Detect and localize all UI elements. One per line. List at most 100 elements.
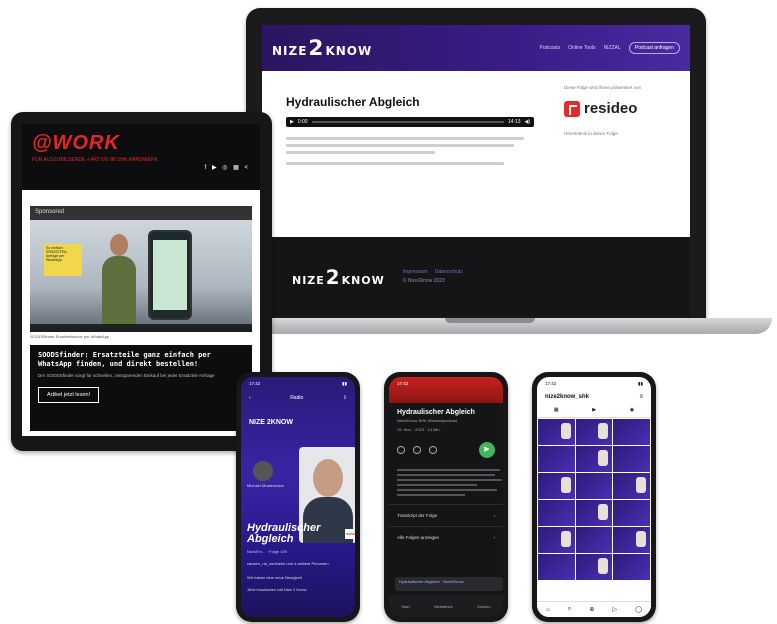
reels-icon[interactable]: ▷ (612, 606, 617, 613)
status-time: 17:42 (545, 381, 557, 386)
add-post-icon[interactable]: ⊕ (589, 606, 594, 613)
volume-icon[interactable]: ◀) (524, 119, 530, 125)
work-logo[interactable]: @WORK (32, 132, 250, 155)
footer-logo[interactable]: NIZE 2 KNOW (292, 266, 385, 289)
podcast-request-button[interactable]: Podcast anfragen (628, 42, 680, 54)
footer-copyright: © Nize2know 2023 (402, 278, 445, 284)
all-episodes-label: Alle Folgen anzeigen (397, 535, 440, 540)
mini-player[interactable]: Hydraulischer Abgleich · Nize2Know (395, 577, 503, 591)
logo-text-left: NIZE (292, 273, 325, 287)
transcript-link[interactable]: Transkript der Folge › (389, 504, 503, 526)
grid-tab-icon[interactable]: ▦ (554, 407, 559, 413)
logo-two: 2 (325, 265, 341, 289)
battery-icon: ▮▮ (342, 381, 347, 386)
post-tile[interactable] (613, 527, 650, 553)
phone-1-screen: 17:42 ▮▮ ‹ Radio ⇪ NIZE 2KNOW resideo Mi… (241, 377, 355, 617)
post-tile[interactable] (613, 419, 650, 445)
post-tile[interactable] (575, 554, 613, 580)
reels-tab-icon[interactable]: ▶ (592, 407, 596, 413)
all-episodes-link[interactable]: Alle Folgen anzeigen › (389, 526, 503, 548)
status-time: 17:42 (397, 381, 409, 386)
episode-meta: Nize2Kn... · Folge 139 (247, 549, 287, 554)
nav-link-podcasts[interactable]: Podcasts (540, 45, 561, 51)
guest-face (313, 459, 343, 497)
sponsored-label: Sponsored (30, 206, 252, 220)
header-title: Radio (290, 395, 304, 401)
post-tile[interactable] (575, 446, 613, 472)
home-icon[interactable]: ⌂ (546, 607, 550, 613)
post-tile[interactable] (538, 500, 575, 526)
status-time: 17:42 (249, 381, 261, 386)
play-icon[interactable]: ▶ (290, 119, 294, 125)
laptop-screen: NIZE 2 KNOW Podcasts Online Tools NIZZAL… (262, 25, 690, 317)
play-button[interactable]: ▶ (479, 442, 495, 458)
read-article-button[interactable]: Artikel jetzt lesen! (38, 387, 100, 403)
tab-start[interactable]: Start (401, 604, 409, 609)
body-text-line (286, 144, 515, 147)
sponsor-logo[interactable]: resideo (564, 100, 674, 117)
comment-row-3[interactable]: Jetzt inzwischen hat Nize 2 Know (247, 587, 343, 592)
menu-icon[interactable]: ≡ (639, 394, 643, 400)
post-tile[interactable] (538, 446, 575, 472)
profile-tabs: ▦ ▶ ◉ (537, 403, 651, 418)
host-avatar[interactable] (253, 461, 273, 481)
comment-row-2[interactable]: Wir haben eine neue Neuigkeit (247, 575, 343, 580)
site-logo[interactable]: NIZE 2 KNOW (272, 36, 372, 61)
player-header: ‹ Radio ⇪ (241, 391, 355, 405)
post-tile[interactable] (613, 473, 650, 499)
post-tile[interactable] (613, 500, 650, 526)
share-icon[interactable]: ⇪ (343, 395, 347, 401)
post-tile[interactable] (538, 554, 575, 580)
tagged-tab-icon[interactable]: ◉ (630, 407, 634, 413)
comment-row-1[interactable]: carsten_nb_sontheim und 4 weitere Person… (247, 561, 343, 566)
chevron-right-icon: › (493, 513, 496, 518)
tab-library[interactable]: Mediathek (434, 604, 452, 609)
transcript-label: Transkript der Folge (397, 513, 438, 518)
post-tile[interactable] (613, 554, 650, 580)
footer-link-impressum[interactable]: Impressum (403, 269, 428, 275)
episode-controls: ▶ (389, 434, 503, 466)
video-caption: SOODSfinder Ersatzteilsuche per WhatsApp (30, 334, 110, 339)
share-icon[interactable] (429, 446, 437, 454)
footer-link-datenschutz[interactable]: Datenschutz (435, 269, 463, 275)
nav-link-tools[interactable]: Online Tools (568, 45, 595, 51)
episode-title: Hydraulischer Abgleich (286, 95, 420, 109)
status-bar: 17:42 ▮▮ (537, 377, 651, 391)
post-tile[interactable] (538, 419, 575, 445)
post-tile[interactable] (575, 500, 613, 526)
episode-date: 15. Nov. · 2023 · 14 Min. (397, 427, 441, 432)
post-tile[interactable] (538, 527, 575, 553)
logo-text-left: NIZE (272, 43, 308, 58)
post-tile[interactable] (575, 527, 613, 553)
body-text-line (286, 162, 505, 165)
account-name[interactable]: nize2know_shk (545, 394, 589, 400)
podcast-name[interactable]: Nize2Know SHK-Wissenspodcast (389, 416, 503, 425)
audio-player[interactable]: ▶ 0:00 14:13 ◀) (286, 117, 534, 127)
player-time-start: 0:00 (297, 119, 308, 125)
bottom-nav: ⌂ ⌕ ⊕ ▷ ◯ (537, 601, 651, 617)
sponsor-text: Hörerlebnis in dieser Folge (564, 131, 618, 136)
status-bar: 17:42 (389, 377, 503, 403)
tab-search[interactable]: Suchen (477, 604, 491, 609)
work-tagline: FÜR AUSZUBILDENDE + AKTIVE IM SHK-HANDWE… (32, 157, 158, 163)
video-controls[interactable] (30, 324, 252, 332)
post-tile[interactable] (538, 473, 575, 499)
post-tile[interactable] (575, 473, 613, 499)
social-icons[interactable]: f ▶ ◎ ▦ < (205, 164, 250, 171)
search-icon[interactable]: ⌕ (568, 606, 571, 613)
profile-icon[interactable]: ◯ (635, 606, 642, 613)
back-icon[interactable]: ‹ (249, 395, 251, 401)
sponsor-sidebar: Diese Folge wird Ihnen präsentiert von r… (564, 85, 674, 231)
laptop-notch (445, 318, 535, 323)
post-tile[interactable] (575, 419, 613, 445)
player-progress-bar[interactable] (311, 121, 504, 123)
status-bar: 17:42 ▮▮ (241, 377, 355, 391)
download-icon[interactable] (397, 446, 405, 454)
sponsored-video[interactable]: So einfach ERSATZTEIL-Anfrage per WhatsA… (30, 220, 252, 332)
add-icon[interactable] (413, 446, 421, 454)
website-footer: NIZE 2 KNOW Impressum Datenschutz © Nize… (262, 237, 690, 317)
post-tile[interactable] (613, 446, 650, 472)
nav-link-nizzal[interactable]: NIZZAL (604, 45, 621, 51)
video-note: So einfach ERSATZTEIL-Anfrage per WhatsA… (44, 244, 82, 276)
post-grid (537, 418, 651, 581)
